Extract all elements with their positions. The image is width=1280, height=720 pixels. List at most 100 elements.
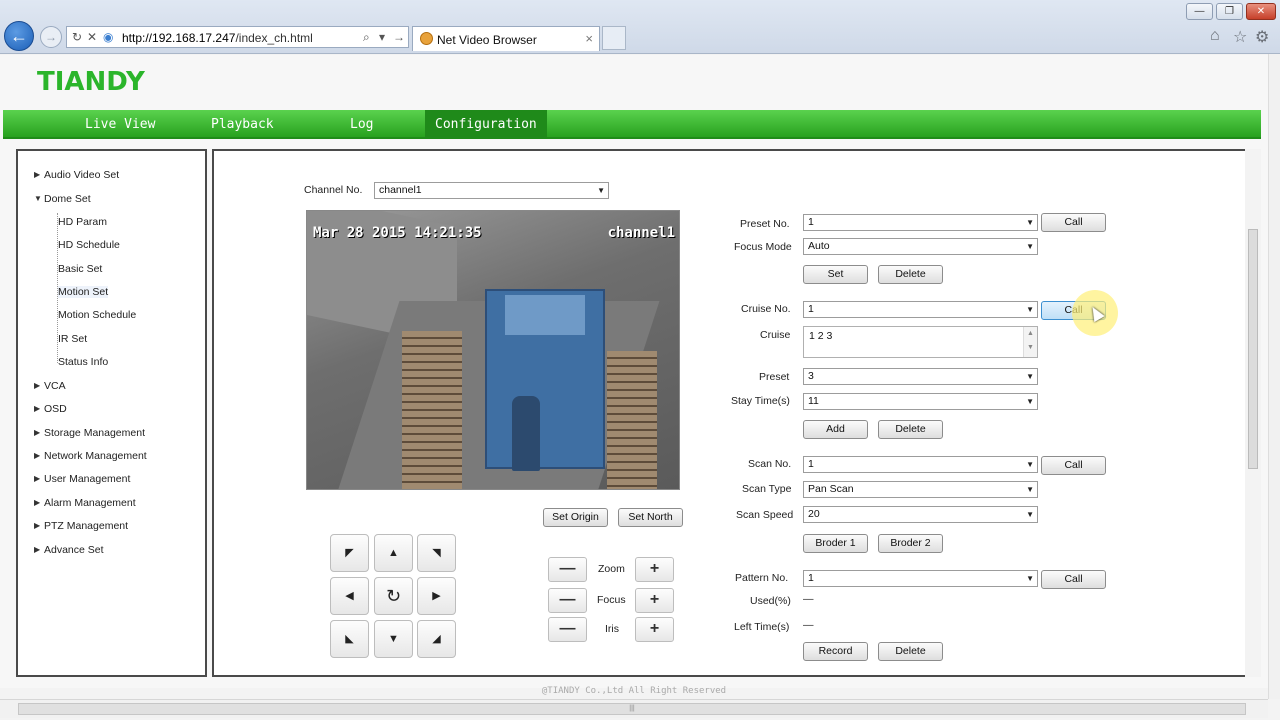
expand-icon[interactable]: ▶ <box>34 545 40 554</box>
cruise-delete-button[interactable]: Delete <box>878 420 943 439</box>
sidebar-item-vca[interactable]: ▶ VCA <box>34 380 66 392</box>
sidebar-item-audio-video-set[interactable]: ▶ Audio Video Set <box>34 169 119 181</box>
iris-open-button[interactable]: + <box>635 617 674 642</box>
sidebar-item-hd-param[interactable]: HD Param <box>58 216 107 228</box>
expand-icon[interactable]: ▶ <box>34 170 40 179</box>
scan-speed-select[interactable]: 20 ▼ <box>803 506 1038 523</box>
set-north-button[interactable]: Set North <box>618 508 683 527</box>
sidebar-item-hd-schedule[interactable]: HD Schedule <box>58 239 120 251</box>
sidebar-item-motion-set[interactable]: Motion Set <box>58 286 109 298</box>
ptz-down-right-button[interactable]: ◢ <box>417 620 456 658</box>
ptz-up-left-button[interactable]: ◤ <box>330 534 369 572</box>
zoom-in-button[interactable]: + <box>635 557 674 582</box>
sidebar-item-osd[interactable]: ▶ OSD <box>34 403 67 415</box>
focus-mode-select[interactable]: Auto ▼ <box>803 238 1038 255</box>
left-time-value: — <box>803 619 814 631</box>
sidebar-item-storage-management[interactable]: ▶ Storage Management <box>34 427 145 439</box>
address-url[interactable]: http://192.168.17.247/index_ch.html <box>122 31 313 45</box>
collapse-icon[interactable]: ▼ <box>34 194 42 203</box>
expand-icon[interactable]: ▶ <box>34 381 40 390</box>
close-window-button[interactable]: ✕ <box>1246 3 1276 20</box>
address-bar[interactable]: ↻ ✕ ◉ http://192.168.17.247/index_ch.htm… <box>66 26 409 48</box>
sidebar-item-alarm-management[interactable]: ▶ Alarm Management <box>34 497 136 509</box>
gear-icon[interactable]: ⚙ <box>1255 27 1269 47</box>
forward-button[interactable]: → <box>40 26 62 48</box>
sidebar-item-user-management[interactable]: ▶ User Management <box>34 473 130 485</box>
browser-tab[interactable]: Net Video Browser × <box>412 26 600 51</box>
preset-no-select[interactable]: 1 ▼ <box>803 214 1038 231</box>
home-icon[interactable]: ⌂ <box>1210 27 1220 45</box>
broder-1-button[interactable]: Broder 1 <box>803 534 868 553</box>
sidebar-item-network-management[interactable]: ▶ Network Management <box>34 450 147 462</box>
sidebar-item-basic-set[interactable]: Basic Set <box>58 263 102 275</box>
channel-select[interactable]: channel1 ▼ <box>374 182 609 199</box>
scan-no-select[interactable]: 1 ▼ <box>803 456 1038 473</box>
pattern-call-button[interactable]: Call <box>1041 570 1106 589</box>
ptz-right-button[interactable]: ▶ <box>417 577 456 615</box>
broder-2-button[interactable]: Broder 2 <box>878 534 943 553</box>
pattern-record-button[interactable]: Record <box>803 642 868 661</box>
zoom-out-button[interactable]: — <box>548 557 587 582</box>
window-vertical-scrollbar[interactable] <box>1268 54 1280 699</box>
sidebar-item-advance-set[interactable]: ▶ Advance Set <box>34 544 104 556</box>
focus-near-button[interactable]: — <box>548 588 587 613</box>
menu-log[interactable]: Log <box>340 110 383 139</box>
sidebar-item-ptz-management[interactable]: ▶ PTZ Management <box>34 520 128 532</box>
main-scrollbar[interactable] <box>1245 149 1261 677</box>
expand-icon[interactable]: ▶ <box>34 404 40 413</box>
ptz-up-button[interactable]: ▲ <box>374 534 413 572</box>
cruise-no-select[interactable]: 1 ▼ <box>803 301 1038 318</box>
expand-icon[interactable]: ▶ <box>34 521 40 530</box>
chevron-down-icon: ▼ <box>1026 460 1034 469</box>
scroll-arrows-icon[interactable]: ▲ ▼ <box>1023 327 1037 357</box>
expand-icon[interactable]: ▶ <box>34 474 40 483</box>
menu-playback[interactable]: Playback <box>201 110 284 139</box>
ptz-down-left-button[interactable]: ◣ <box>330 620 369 658</box>
ptz-left-button[interactable]: ◀ <box>330 577 369 615</box>
chevron-down-icon: ▼ <box>1026 574 1034 583</box>
back-button[interactable]: ← <box>4 21 34 51</box>
preset-delete-button[interactable]: Delete <box>878 265 943 284</box>
scrollbar-thumb[interactable]: ||| <box>18 703 1246 715</box>
window-horizontal-scrollbar[interactable]: ||| <box>0 699 1268 718</box>
pattern-no-select[interactable]: 1 ▼ <box>803 570 1038 587</box>
scan-speed-label: Scan Speed <box>736 509 794 521</box>
preset-set-button[interactable]: Set <box>803 265 868 284</box>
new-tab-button[interactable] <box>602 26 626 50</box>
maximize-button[interactable]: ❐ <box>1216 3 1243 20</box>
stay-time-select[interactable]: 11 ▼ <box>803 393 1038 410</box>
expand-icon[interactable]: ▶ <box>34 428 40 437</box>
sidebar-item-motion-schedule[interactable]: Motion Schedule <box>58 309 136 321</box>
ptz-down-button[interactable]: ▼ <box>374 620 413 658</box>
go-icon[interactable]: → <box>393 30 405 44</box>
set-origin-button[interactable]: Set Origin <box>543 508 608 527</box>
expand-icon[interactable]: ▶ <box>34 498 40 507</box>
cruise-add-button[interactable]: Add <box>803 420 868 439</box>
preset-call-button[interactable]: Call <box>1041 213 1106 232</box>
ptz-auto-rotate-button[interactable]: ↻ <box>374 577 413 615</box>
refresh-icon[interactable]: ↻ <box>72 30 82 44</box>
chevron-down-icon[interactable]: ▾ <box>379 30 385 44</box>
sidebar-item-dome-set[interactable]: ▼ Dome Set <box>34 193 91 205</box>
cruise-textarea[interactable]: 1 2 3 ▲ ▼ <box>803 326 1038 358</box>
tab-close-icon[interactable]: × <box>585 31 593 46</box>
video-feed[interactable]: Mar 28 2015 14:21:35 channel1 <box>306 210 680 490</box>
sidebar-item-ir-set[interactable]: IR Set <box>58 333 87 345</box>
sidebar-item-status-info[interactable]: Status Info <box>58 356 108 368</box>
minimize-button[interactable]: — <box>1186 3 1213 20</box>
menu-live-view[interactable]: Live View <box>75 110 165 139</box>
scrollbar-thumb[interactable] <box>1248 229 1258 469</box>
menu-configuration[interactable]: Configuration <box>425 110 547 139</box>
scan-type-select[interactable]: Pan Scan ▼ <box>803 481 1038 498</box>
search-icon[interactable]: ⌕ <box>363 30 370 45</box>
iris-close-button[interactable]: — <box>548 617 587 642</box>
focus-far-button[interactable]: + <box>635 588 674 613</box>
star-icon[interactable]: ☆ <box>1233 27 1247 47</box>
scan-call-button[interactable]: Call <box>1041 456 1106 475</box>
stop-icon[interactable]: ✕ <box>87 30 97 44</box>
zoom-label: Zoom <box>598 563 625 575</box>
ptz-up-right-button[interactable]: ◥ <box>417 534 456 572</box>
pattern-delete-button[interactable]: Delete <box>878 642 943 661</box>
expand-icon[interactable]: ▶ <box>34 451 40 460</box>
cruise-preset-select[interactable]: 3 ▼ <box>803 368 1038 385</box>
